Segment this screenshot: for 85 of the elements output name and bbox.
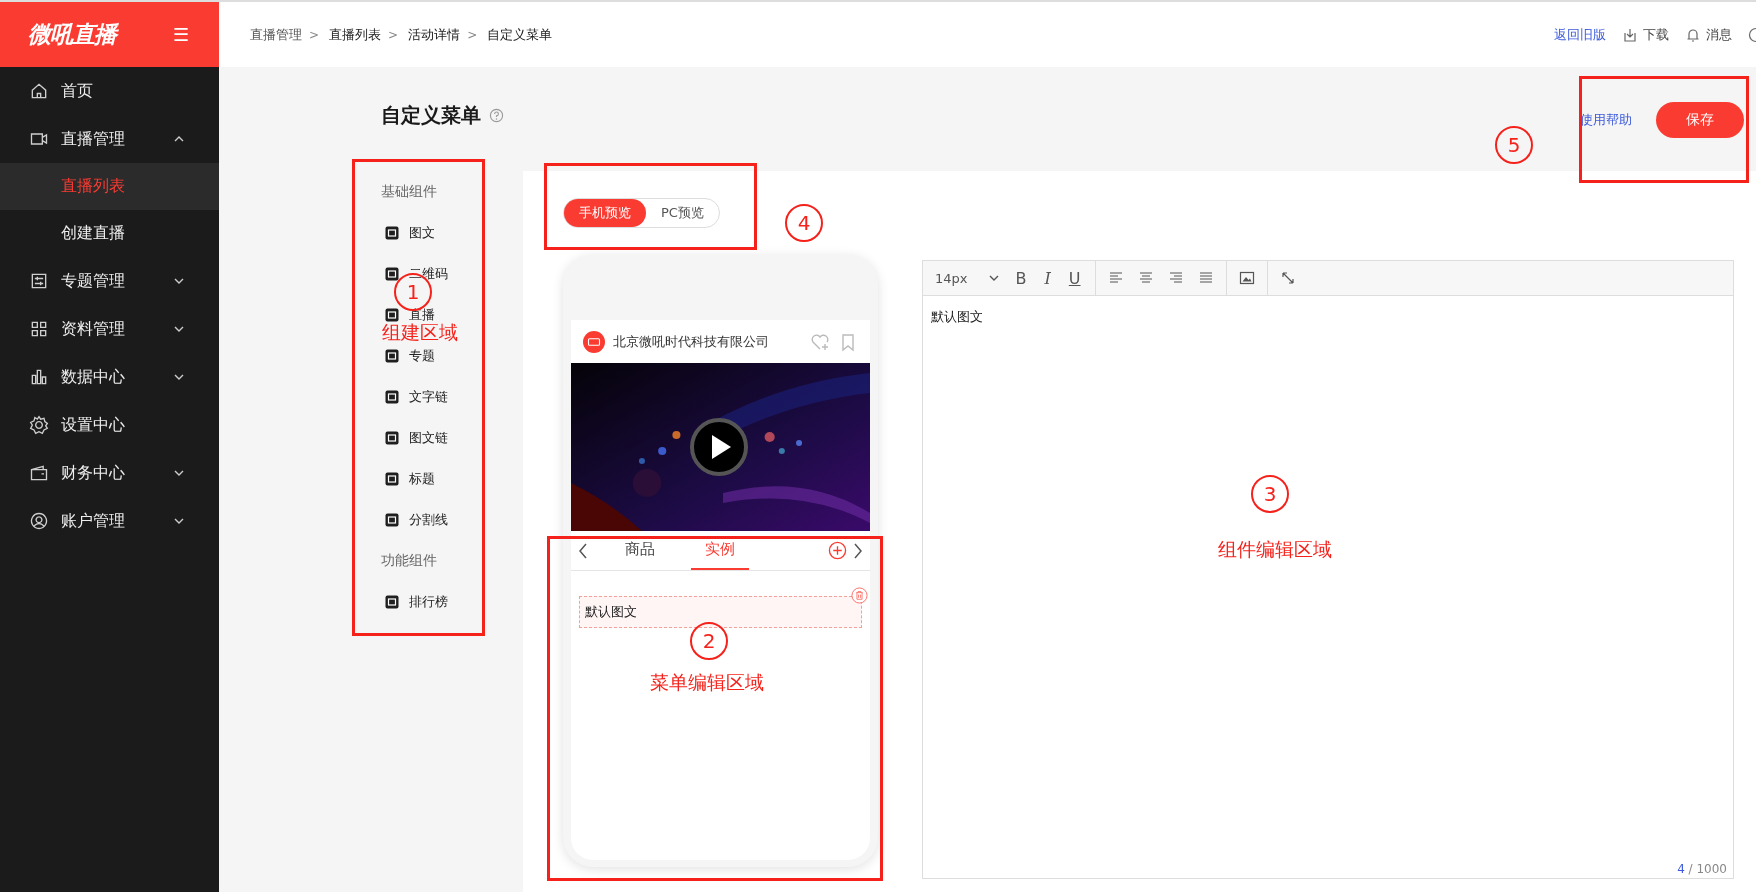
image-icon[interactable] (1238, 270, 1255, 286)
company-name: 北京微吼时代科技有限公司 (613, 332, 770, 351)
component-item[interactable]: 排行榜 (409, 592, 448, 611)
breadcrumb-separator: > (467, 27, 478, 42)
component-icon (385, 225, 399, 240)
component-item[interactable]: 图文链 (409, 428, 448, 447)
sidebar-subitem[interactable]: 直播列表 (0, 163, 219, 210)
align-icon[interactable] (1167, 270, 1184, 286)
component-icon (385, 594, 399, 609)
nav-icon (29, 463, 49, 483)
messages-link[interactable]: 消息 (1706, 25, 1732, 44)
component-group-title: 基础组件 (381, 181, 438, 201)
add-icon[interactable] (828, 541, 847, 560)
annotation-number: 5 (1495, 126, 1533, 164)
component-group-title: 功能组件 (381, 550, 438, 570)
download-link[interactable]: 下载 (1643, 25, 1669, 44)
breadcrumb-item[interactable]: 直播列表 (329, 25, 382, 44)
breadcrumb-separator: > (309, 27, 320, 42)
menu-block[interactable]: 默认图文 (579, 596, 862, 628)
heart-plus-icon[interactable] (810, 331, 830, 352)
char-limit: / 1000 (1688, 862, 1727, 876)
block-text: 默认图文 (585, 603, 637, 621)
play-icon[interactable] (689, 417, 749, 477)
component-icon (385, 266, 399, 281)
format-button[interactable]: B (1013, 268, 1029, 288)
breadcrumb-item[interactable]: 活动详情 (408, 25, 461, 44)
save-button[interactable]: 保存 (1656, 102, 1744, 138)
align-icon[interactable] (1197, 270, 1214, 286)
help-icon[interactable] (489, 107, 504, 123)
nav-icon (29, 319, 49, 339)
component-icon (385, 389, 399, 404)
annotation-number: 4 (785, 204, 823, 242)
annotation-number: 2 (690, 622, 728, 660)
component-item[interactable]: 直播 (409, 305, 435, 324)
preview-tab[interactable]: PC预览 (646, 199, 719, 227)
sidebar-item[interactable]: 首页 (0, 67, 219, 115)
component-icon (385, 512, 399, 527)
component-icon (385, 348, 399, 363)
component-item[interactable]: 专题 (409, 346, 435, 365)
annotation-number: 3 (1251, 475, 1289, 513)
nav-icon (29, 511, 49, 531)
sidebar-item[interactable]: 设置中心 (0, 401, 219, 449)
component-icon (385, 471, 399, 486)
download-icon[interactable] (1622, 26, 1638, 43)
sidebar-item[interactable]: 专题管理 (0, 257, 219, 305)
help-link[interactable]: 使用帮助 (1580, 111, 1632, 129)
sidebar-item[interactable]: 数据中心 (0, 353, 219, 401)
char-count: 4 (1677, 862, 1685, 876)
preview-tab[interactable]: 手机预览 (564, 199, 646, 227)
page-title: 自定义菜单 (381, 101, 481, 129)
format-button[interactable]: I (1042, 268, 1053, 288)
nav-icon (29, 271, 49, 291)
menu-tab[interactable]: 实例 (691, 531, 749, 570)
annotation-label: 组建区域 (382, 321, 458, 345)
breadcrumb-item[interactable]: 直播管理 (250, 25, 302, 44)
back-link[interactable]: 返回旧版 (1554, 25, 1606, 44)
sidebar-item[interactable]: 财务中心 (0, 449, 219, 497)
fullscreen-icon[interactable] (1279, 270, 1296, 286)
nav-icon (29, 367, 49, 387)
sidebar-item[interactable]: 资料管理 (0, 305, 219, 353)
sidebar-item[interactable]: 账户管理 (0, 497, 219, 545)
format-button[interactable]: U (1066, 268, 1083, 288)
align-icon[interactable] (1137, 270, 1154, 286)
breadcrumb-item[interactable]: 自定义菜单 (487, 25, 553, 44)
sidebar-item[interactable]: 直播管理 (0, 115, 219, 163)
component-icon (385, 430, 399, 445)
component-item[interactable]: 文字链 (409, 387, 448, 406)
component-item[interactable]: 分割线 (409, 510, 448, 529)
component-icon (385, 307, 399, 322)
font-size-select[interactable]: 14px (935, 270, 968, 286)
component-item[interactable]: 标题 (409, 469, 435, 488)
nav-icon (29, 81, 49, 101)
sidebar-subitem[interactable]: 创建直播 (0, 210, 219, 257)
logo-icon (583, 330, 605, 353)
annotation-label: 组件编辑区域 (1218, 537, 1332, 562)
menu-tab[interactable]: 商品 (611, 531, 669, 570)
delete-icon[interactable] (851, 587, 868, 604)
breadcrumb-separator: > (388, 27, 399, 42)
align-icon[interactable] (1107, 270, 1124, 286)
bell-icon[interactable] (1685, 26, 1701, 43)
annotation-label: 菜单编辑区域 (650, 670, 764, 695)
component-item[interactable]: 图文 (409, 223, 435, 242)
editor-text[interactable]: 默认图文 (931, 309, 983, 324)
nav-icon (29, 415, 49, 435)
menu-icon[interactable]: ☰ (172, 24, 189, 45)
